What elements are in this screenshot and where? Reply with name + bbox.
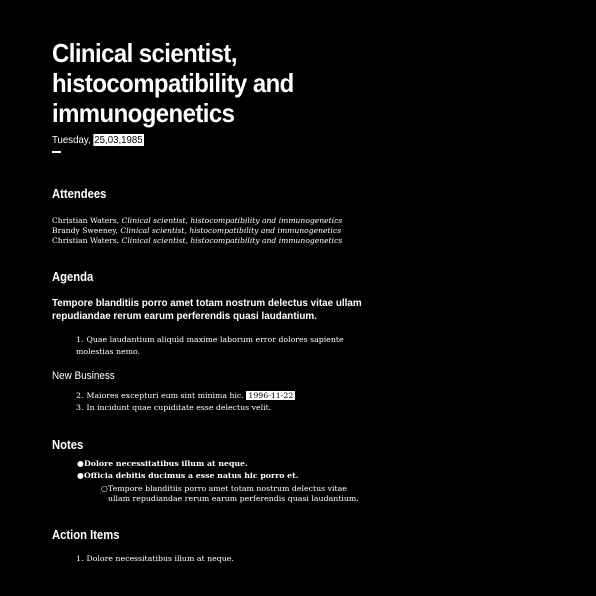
attendee-role: Clinical scientist, histocompatibility a… [121, 236, 343, 245]
hollow-bullet-icon: ○ [101, 484, 108, 493]
attendees-heading: Attendees [52, 187, 107, 201]
action-items-heading: Action Items [52, 528, 120, 542]
bullet-icon: ● [77, 459, 84, 468]
new-business-item: 3. In incidunt quae cupiditate esse dele… [76, 403, 272, 412]
action-items-list: 1. Dolore necessitatibus illum at neque. [52, 553, 382, 565]
note-subitem: ○ Tempore blanditiis porro amet totam no… [52, 484, 382, 504]
meeting-date: Tuesday, 25,03,1985 [52, 134, 356, 146]
new-business-heading: New Business [52, 370, 115, 382]
agenda-heading: Agenda [52, 270, 94, 284]
attendee-name: Christian Waters, [52, 236, 122, 245]
note-item: ●Dolore necessitatibus illum at neque. [77, 459, 248, 468]
meeting-notes-page: Clinical scientist, histocompatibility a… [52, 38, 382, 565]
agenda-item: 1. Quae laudantium aliquid maxime laboru… [76, 335, 344, 356]
date-value: 25,03,1985 [93, 134, 144, 146]
attendee: Christian Waters, Clinical scientist, hi… [52, 216, 382, 226]
attendee-role: Clinical scientist, histocompatibility a… [120, 226, 342, 235]
attendee: Brandy Sweeney, Clinical scientist, hist… [52, 226, 382, 236]
bullet-icon: ● [77, 471, 84, 480]
note-subitem-text: Tempore blanditiis porro amet totam nost… [108, 484, 359, 503]
attendee: Christian Waters, Clinical scientist, hi… [52, 236, 382, 246]
new-business-list: 2. Maiores excepturi eum sint minima hic… [52, 390, 382, 414]
date-chip: 1996-11-22 [246, 391, 296, 400]
attendee-role: Clinical scientist, histocompatibility a… [121, 216, 343, 225]
note-item: ●Officia debitis ducimus a esse natus hi… [77, 471, 299, 480]
agenda-summary: Tempore blanditiis porro amet totam nost… [52, 297, 362, 322]
new-business-item: 2. Maiores excepturi eum sint minima hic… [76, 391, 296, 400]
agenda-list: 1. Quae laudantium aliquid maxime laboru… [52, 334, 382, 358]
attendee-name: Christian Waters, [52, 216, 122, 225]
attendee-name: Brandy Sweeney, [52, 226, 121, 235]
notes-heading: Notes [52, 438, 84, 452]
action-item: 1. Dolore necessitatibus illum at neque. [76, 554, 234, 563]
date-prefix: Tuesday, [52, 134, 94, 146]
attendees-list: Christian Waters, Clinical scientist, hi… [52, 216, 382, 246]
page-title: Clinical scientist, histocompatibility a… [52, 38, 294, 128]
notes-list: ●Dolore necessitatibus illum at neque. ●… [52, 458, 382, 482]
